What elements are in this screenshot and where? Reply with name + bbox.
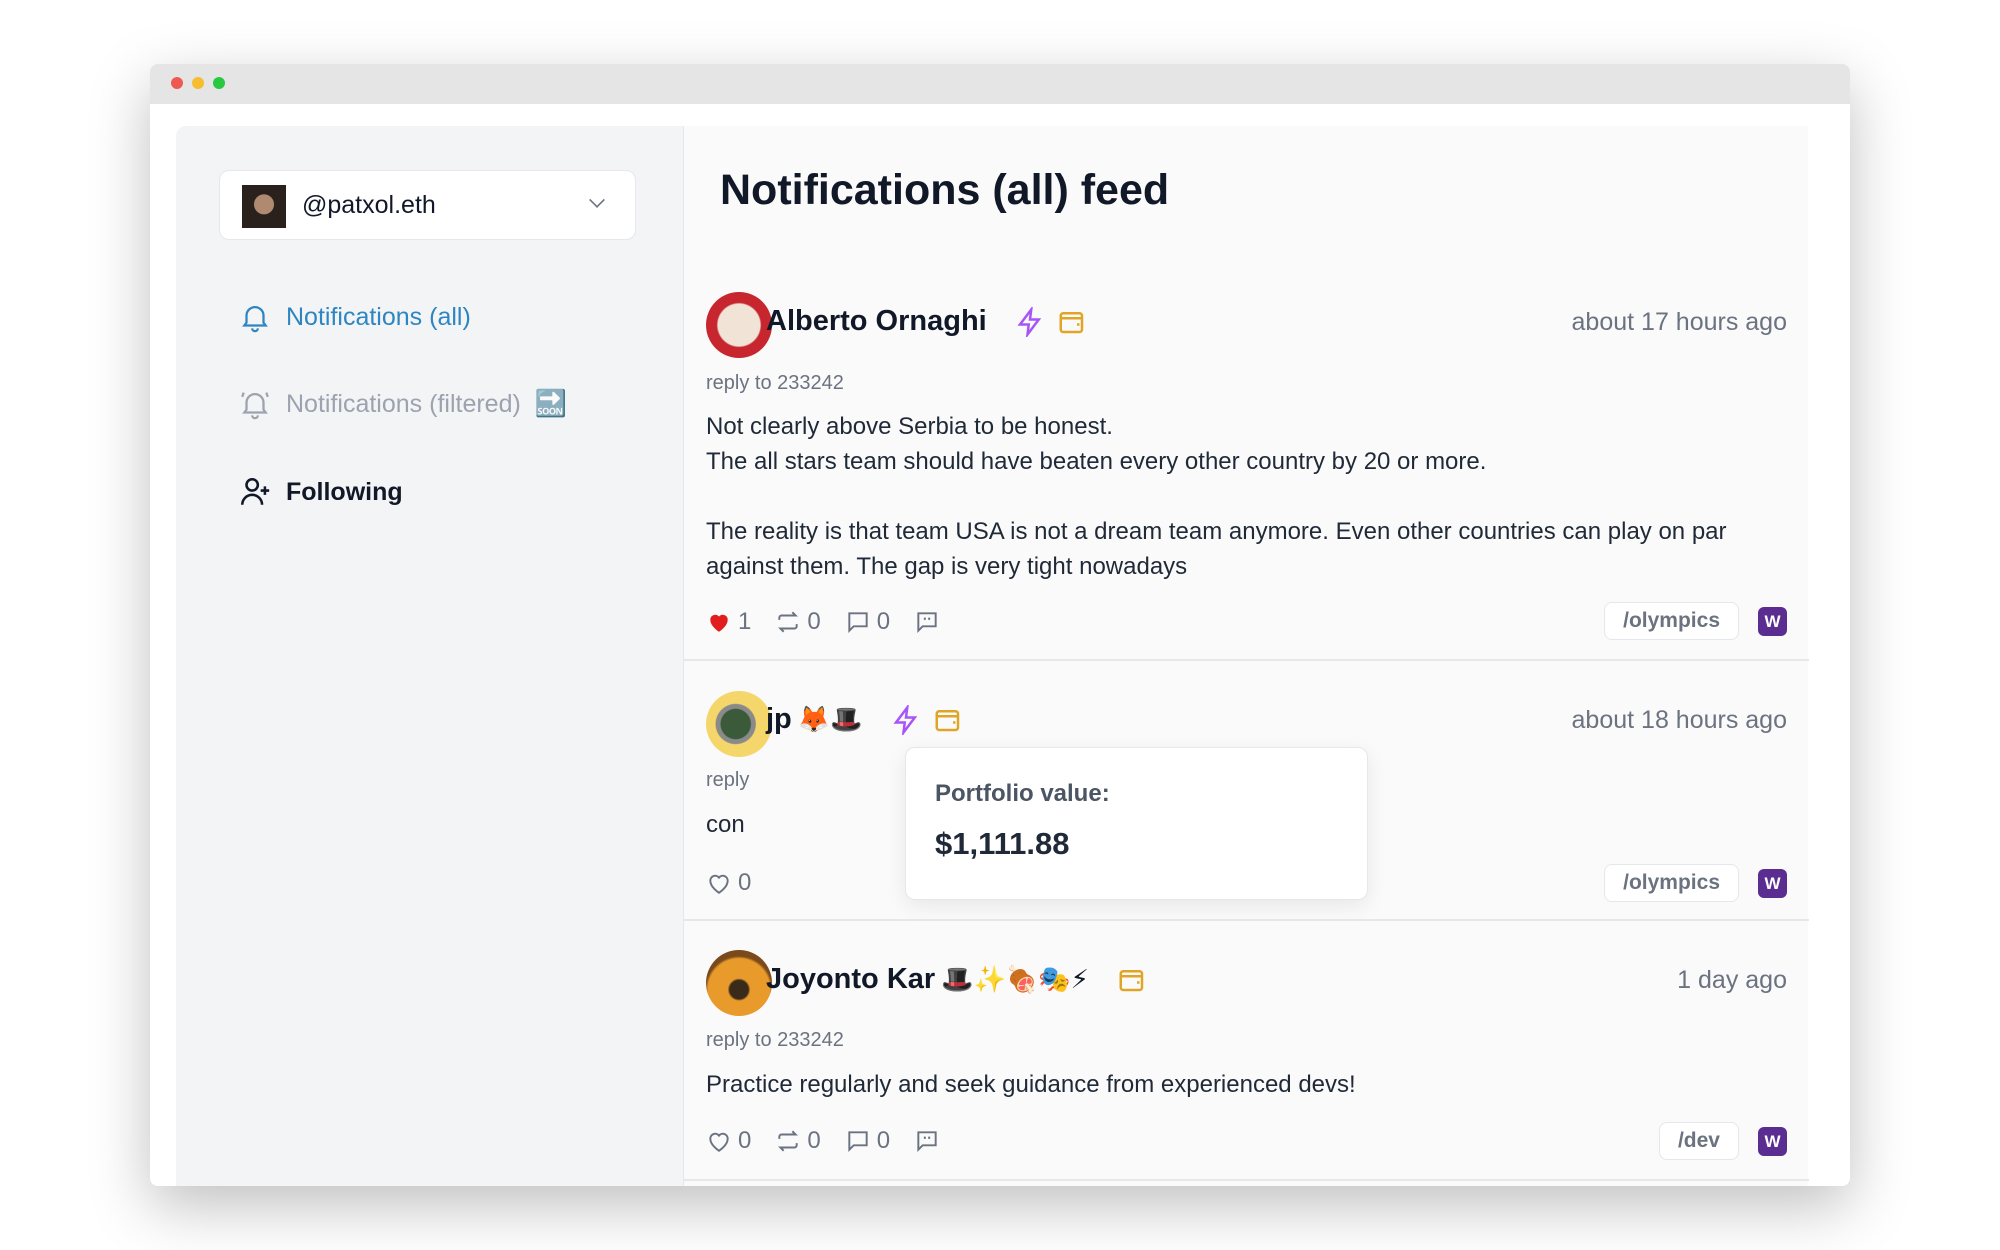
recast-button[interactable]: 0 xyxy=(775,1127,821,1155)
feed-item[interactable]: Joyonto Kar 🎩✨🍖🎭⚡ 1 day ago reply to 233… xyxy=(684,921,1809,1181)
portfolio-value: $1,111.88 xyxy=(935,826,1070,861)
post-actions: 0 0 0 xyxy=(706,1127,940,1155)
wallet-icon[interactable] xyxy=(1117,965,1147,995)
reply-reference[interactable]: reply to 233242 xyxy=(706,1029,844,1052)
author-name[interactable]: jp xyxy=(766,703,792,736)
post-body: Not clearly above Serbia to be honest. T… xyxy=(706,413,1727,580)
recast-icon xyxy=(778,611,799,633)
app-window: @patxol.eth Notifications (all) Notifica… xyxy=(150,64,1850,1186)
account-avatar xyxy=(242,185,286,228)
sidebar-item-label: Following xyxy=(286,477,403,506)
post-body: Practice regularly and seek guidance fro… xyxy=(706,1071,1356,1098)
recast-count: 0 xyxy=(807,608,821,635)
like-button[interactable]: 0 xyxy=(706,869,751,897)
recast-icon xyxy=(778,1130,799,1152)
feed-item[interactable]: Alberto Ornaghi about 17 hours ago reply… xyxy=(684,292,1809,661)
user-plus-icon xyxy=(240,477,270,505)
channel-tag[interactable]: /dev xyxy=(1658,1122,1739,1160)
account-handle: @patxol.eth xyxy=(302,191,436,219)
post-timestamp: 1 day ago xyxy=(1677,966,1787,994)
author-name[interactable]: Alberto Ornaghi xyxy=(766,305,987,338)
feed-panel: Notifications (all) feed Alberto Ornaghi… xyxy=(683,126,1809,1186)
sidebar-item-notifications-all[interactable]: Notifications (all) xyxy=(238,300,471,334)
client-badge: W xyxy=(1758,607,1787,636)
reply-reference[interactable]: reply to 233242 xyxy=(706,372,844,395)
tooltip-label: Portfolio value: xyxy=(935,780,1110,807)
post-timestamp: about 17 hours ago xyxy=(1571,308,1787,336)
power-badge-icon xyxy=(1017,306,1041,337)
sidebar-item-following[interactable]: Following xyxy=(238,475,403,509)
author-avatar[interactable] xyxy=(706,691,772,757)
like-button[interactable]: 0 xyxy=(706,1127,751,1155)
portfolio-tooltip: Portfolio value: $1,111.88 xyxy=(905,747,1368,900)
account-switcher[interactable]: @patxol.eth xyxy=(219,170,636,240)
quote-icon xyxy=(917,612,937,634)
reply-button[interactable]: 0 xyxy=(845,608,890,636)
channel-tag[interactable]: /olympics xyxy=(1604,602,1739,640)
reply-reference[interactable]: reply xyxy=(706,769,749,792)
like-button[interactable]: 1 xyxy=(706,608,751,636)
comment-icon xyxy=(848,1131,868,1153)
maximize-window-button[interactable] xyxy=(213,77,225,89)
post-actions: 1 0 0 xyxy=(706,608,940,636)
author-row: Joyonto Kar 🎩✨🍖🎭⚡ xyxy=(766,963,1147,996)
heart-icon xyxy=(709,1132,729,1152)
author-row: jp 🦊🎩 xyxy=(766,703,963,736)
comment-icon xyxy=(848,612,868,634)
quote-button[interactable] xyxy=(914,609,940,635)
wallet-icon[interactable] xyxy=(933,705,963,735)
quote-icon xyxy=(917,1131,937,1153)
author-avatar[interactable] xyxy=(706,950,772,1016)
sidebar-item-label: Notifications (filtered) xyxy=(286,389,521,418)
reply-count: 0 xyxy=(876,1127,891,1154)
author-name[interactable]: Joyonto Kar xyxy=(766,963,935,996)
client-badge: W xyxy=(1758,869,1787,898)
client-badge: W xyxy=(1758,1127,1787,1156)
profile-badges: 🎩✨🍖🎭⚡ xyxy=(941,964,1089,995)
power-badge-icon xyxy=(893,704,917,735)
heart-filled-icon xyxy=(710,614,728,632)
post-actions: 0 xyxy=(706,869,751,897)
soon-badge: 🔜 xyxy=(534,389,568,419)
author-row: Alberto Ornaghi xyxy=(766,305,1087,338)
minimize-window-button[interactable] xyxy=(192,77,204,89)
like-count: 1 xyxy=(738,608,752,635)
quote-button[interactable] xyxy=(914,1128,940,1154)
chevron-down-icon xyxy=(589,192,605,208)
close-window-button[interactable] xyxy=(171,77,183,89)
like-count: 0 xyxy=(738,869,752,896)
recast-count: 0 xyxy=(807,1127,821,1154)
page-title: Notifications (all) feed xyxy=(720,166,1170,214)
sidebar: @patxol.eth Notifications (all) Notifica… xyxy=(176,126,683,1186)
heart-icon xyxy=(709,874,729,894)
title-bar xyxy=(150,64,1850,104)
recast-button[interactable]: 0 xyxy=(775,608,821,636)
bell-ringing-icon xyxy=(241,392,269,420)
bell-icon xyxy=(242,306,268,333)
reply-count: 0 xyxy=(876,608,891,635)
sidebar-item-label: Notifications (all) xyxy=(286,302,471,331)
channel-tag[interactable]: /olympics xyxy=(1604,864,1739,902)
wallet-icon[interactable] xyxy=(1057,307,1087,337)
reply-button[interactable]: 0 xyxy=(845,1127,890,1155)
like-count: 0 xyxy=(738,1127,752,1154)
sidebar-item-notifications-filtered[interactable]: Notifications (filtered) 🔜 xyxy=(238,387,567,421)
post-timestamp: about 18 hours ago xyxy=(1571,706,1787,734)
profile-badges: 🦊🎩 xyxy=(797,704,863,735)
author-avatar[interactable] xyxy=(706,292,772,358)
